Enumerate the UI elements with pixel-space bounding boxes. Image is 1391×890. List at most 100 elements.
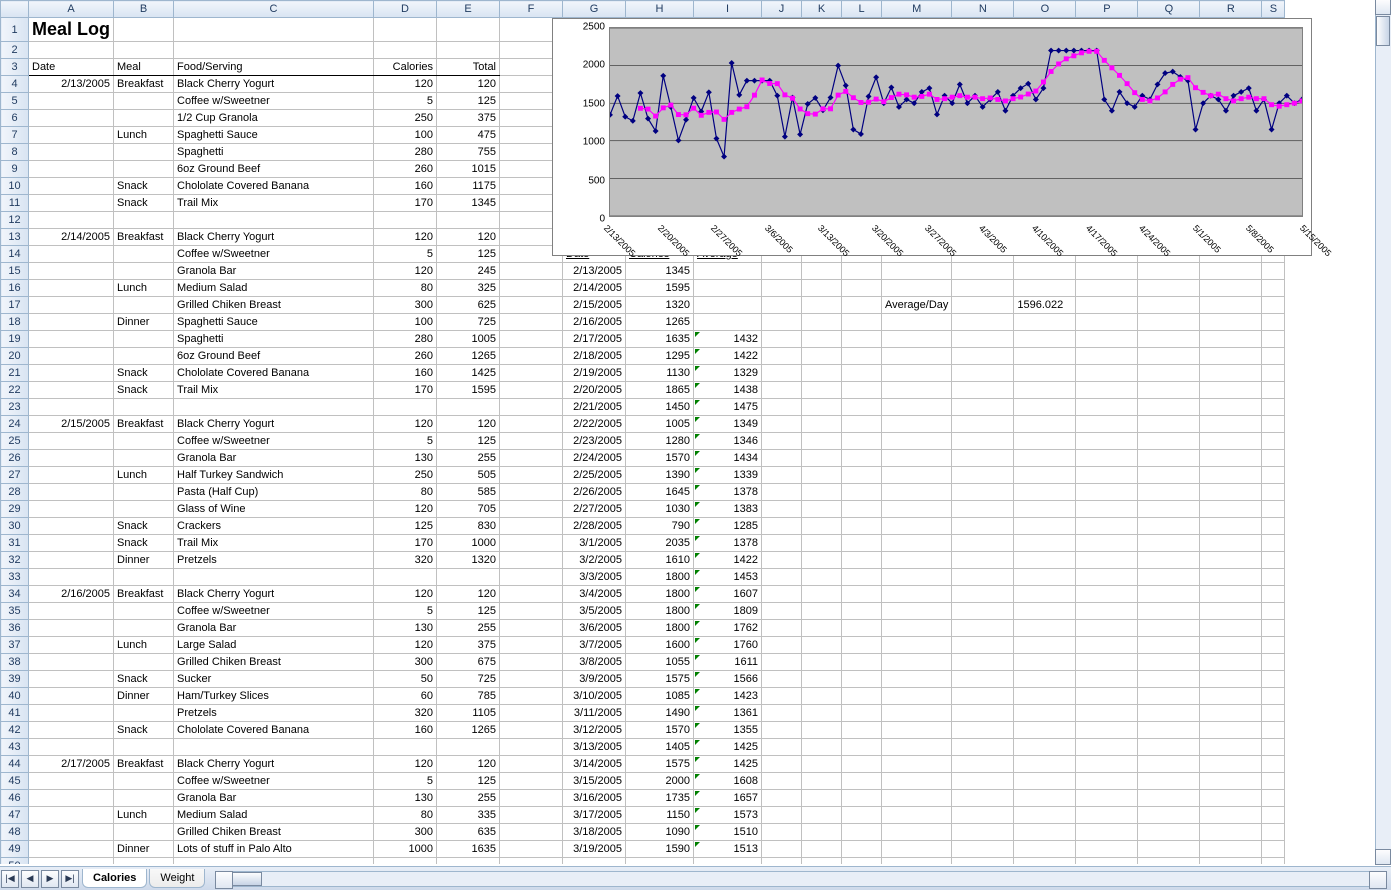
cell-G21[interactable]: 2/19/2005 <box>563 365 626 382</box>
row-header-23[interactable]: 23 <box>1 399 29 416</box>
cell-K38[interactable] <box>802 654 842 671</box>
row-header-33[interactable]: 33 <box>1 569 29 586</box>
cell-A29[interactable] <box>29 501 114 518</box>
cell-G27[interactable]: 2/25/2005 <box>563 467 626 484</box>
cell-A42[interactable] <box>29 722 114 739</box>
cell-H21[interactable]: 1130 <box>626 365 694 382</box>
cell-P50[interactable] <box>1076 858 1138 865</box>
cell-B46[interactable] <box>114 790 174 807</box>
cell-F49[interactable] <box>500 841 563 858</box>
cell-Q47[interactable] <box>1138 807 1200 824</box>
cell-B5[interactable] <box>114 93 174 110</box>
cell-K30[interactable] <box>802 518 842 535</box>
cell-E37[interactable]: 375 <box>437 637 500 654</box>
cell-A1[interactable]: Meal Log <box>29 18 114 42</box>
cell-A21[interactable] <box>29 365 114 382</box>
cell-M42[interactable] <box>882 722 952 739</box>
cell-I18[interactable] <box>694 314 762 331</box>
cell-I41[interactable]: 1361 <box>694 705 762 722</box>
cell-R36[interactable] <box>1200 620 1262 637</box>
cell-H47[interactable]: 1150 <box>626 807 694 824</box>
cell-N40[interactable] <box>952 688 1014 705</box>
cell-F39[interactable] <box>500 671 563 688</box>
cell-E20[interactable]: 1265 <box>437 348 500 365</box>
cell-S21[interactable] <box>1262 365 1285 382</box>
cell-B8[interactable] <box>114 144 174 161</box>
cell-L15[interactable] <box>842 263 882 280</box>
cell-E49[interactable]: 1635 <box>437 841 500 858</box>
cell-E35[interactable]: 125 <box>437 603 500 620</box>
cell-N30[interactable] <box>952 518 1014 535</box>
cell-Q40[interactable] <box>1138 688 1200 705</box>
cell-L43[interactable] <box>842 739 882 756</box>
column-header-E[interactable]: E <box>437 1 500 18</box>
cell-C30[interactable]: Crackers <box>174 518 374 535</box>
cell-C35[interactable]: Coffee w/Sweetner <box>174 603 374 620</box>
cell-K45[interactable] <box>802 773 842 790</box>
cell-R32[interactable] <box>1200 552 1262 569</box>
cell-I29[interactable]: 1383 <box>694 501 762 518</box>
cell-S22[interactable] <box>1262 382 1285 399</box>
cell-D30[interactable]: 125 <box>374 518 437 535</box>
cell-D26[interactable]: 130 <box>374 450 437 467</box>
cell-A37[interactable] <box>29 637 114 654</box>
cell-A25[interactable] <box>29 433 114 450</box>
cell-C10[interactable]: Chololate Covered Banana <box>174 178 374 195</box>
cell-N41[interactable] <box>952 705 1014 722</box>
cell-N33[interactable] <box>952 569 1014 586</box>
column-header-D[interactable]: D <box>374 1 437 18</box>
cell-Q41[interactable] <box>1138 705 1200 722</box>
row-header-22[interactable]: 22 <box>1 382 29 399</box>
cell-A5[interactable] <box>29 93 114 110</box>
cell-D39[interactable]: 50 <box>374 671 437 688</box>
cell-Q24[interactable] <box>1138 416 1200 433</box>
cell-O30[interactable] <box>1014 518 1076 535</box>
cell-C41[interactable]: Pretzels <box>174 705 374 722</box>
cell-F23[interactable] <box>500 399 563 416</box>
cell-G31[interactable]: 3/1/2005 <box>563 535 626 552</box>
cell-M36[interactable] <box>882 620 952 637</box>
cell-C16[interactable]: Medium Salad <box>174 280 374 297</box>
column-header-I[interactable]: I <box>694 1 762 18</box>
cell-A23[interactable] <box>29 399 114 416</box>
cell-C18[interactable]: Spaghetti Sauce <box>174 314 374 331</box>
cell-F16[interactable] <box>500 280 563 297</box>
column-header-N[interactable]: N <box>952 1 1014 18</box>
cell-M34[interactable] <box>882 586 952 603</box>
cell-P37[interactable] <box>1076 637 1138 654</box>
cell-F46[interactable] <box>500 790 563 807</box>
cell-D21[interactable]: 160 <box>374 365 437 382</box>
row-header-5[interactable]: 5 <box>1 93 29 110</box>
cell-J23[interactable] <box>762 399 802 416</box>
column-header-P[interactable]: P <box>1076 1 1138 18</box>
cell-R17[interactable] <box>1200 297 1262 314</box>
cell-M43[interactable] <box>882 739 952 756</box>
column-header-A[interactable]: A <box>29 1 114 18</box>
cell-H35[interactable]: 1800 <box>626 603 694 620</box>
cell-N34[interactable] <box>952 586 1014 603</box>
cell-K31[interactable] <box>802 535 842 552</box>
cell-M32[interactable] <box>882 552 952 569</box>
cell-N19[interactable] <box>952 331 1014 348</box>
cell-H38[interactable]: 1055 <box>626 654 694 671</box>
cell-F50[interactable] <box>500 858 563 865</box>
cell-E34[interactable]: 120 <box>437 586 500 603</box>
cell-Q30[interactable] <box>1138 518 1200 535</box>
cell-I37[interactable]: 1760 <box>694 637 762 654</box>
cell-M44[interactable] <box>882 756 952 773</box>
cell-R21[interactable] <box>1200 365 1262 382</box>
cell-E39[interactable]: 725 <box>437 671 500 688</box>
cell-F45[interactable] <box>500 773 563 790</box>
cell-S28[interactable] <box>1262 484 1285 501</box>
cell-L50[interactable] <box>842 858 882 865</box>
cell-B33[interactable] <box>114 569 174 586</box>
cell-B48[interactable] <box>114 824 174 841</box>
cell-A7[interactable] <box>29 127 114 144</box>
row-header-40[interactable]: 40 <box>1 688 29 705</box>
row-header-49[interactable]: 49 <box>1 841 29 858</box>
cell-B6[interactable] <box>114 110 174 127</box>
row-header-30[interactable]: 30 <box>1 518 29 535</box>
cell-G40[interactable]: 3/10/2005 <box>563 688 626 705</box>
cell-P34[interactable] <box>1076 586 1138 603</box>
cell-A12[interactable] <box>29 212 114 229</box>
